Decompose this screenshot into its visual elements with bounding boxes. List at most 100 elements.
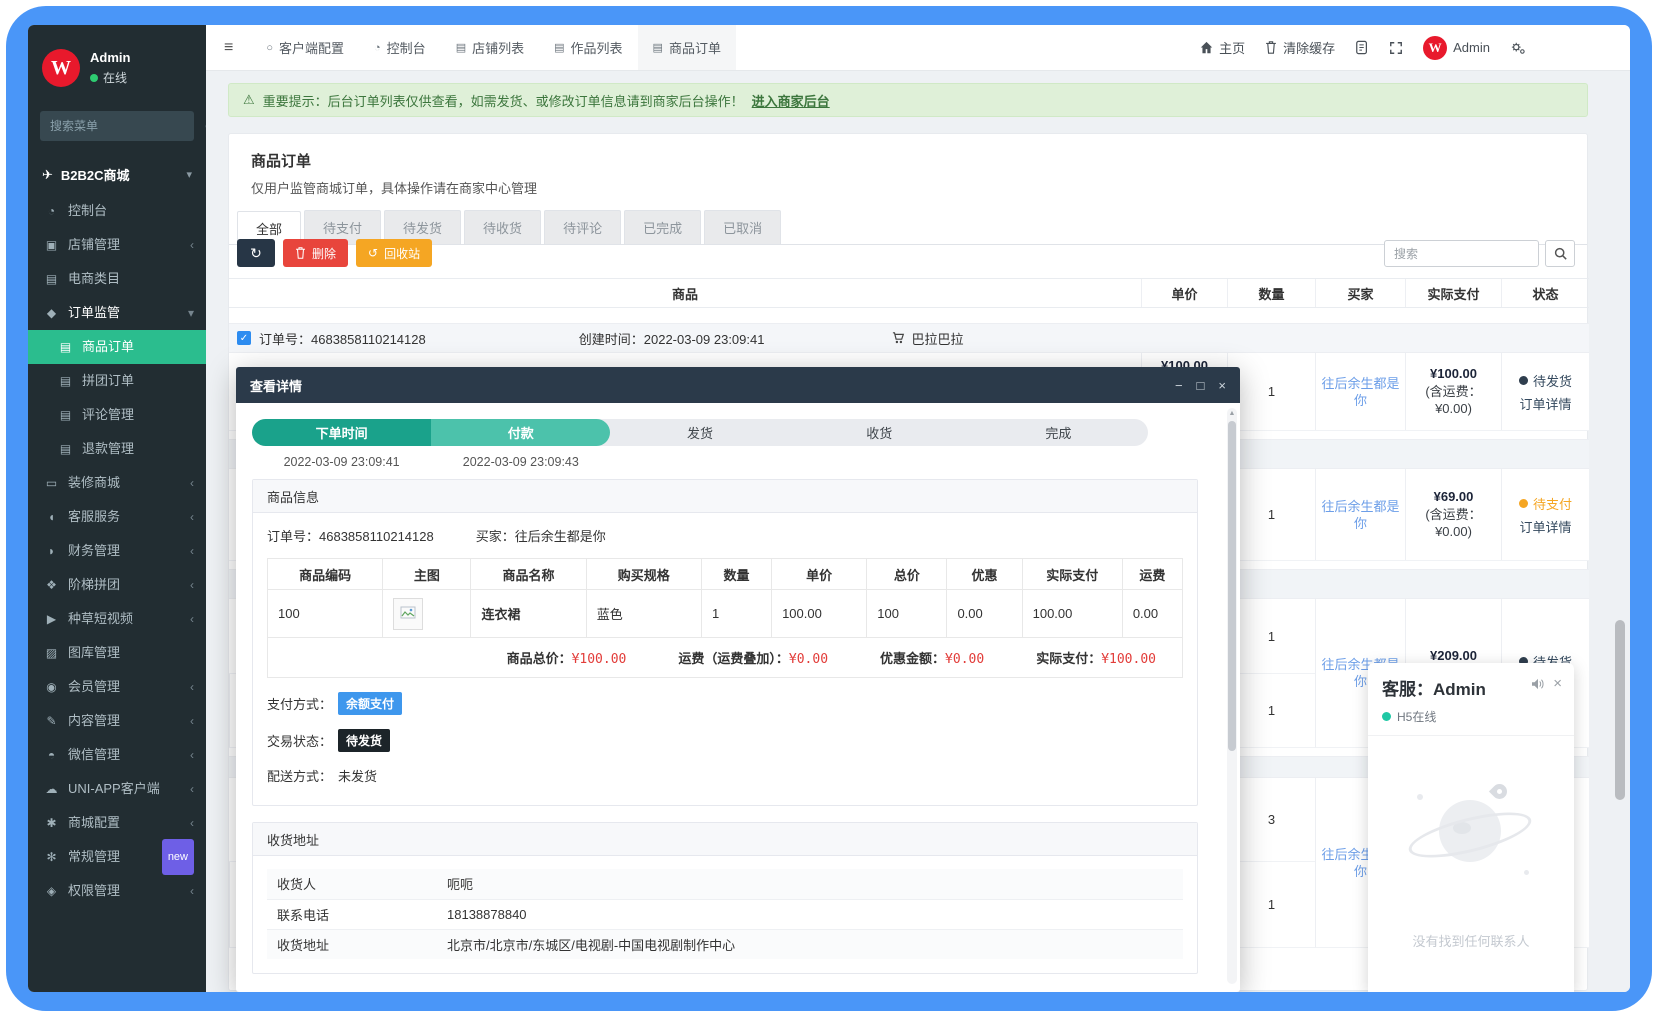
navtab-client-config[interactable]: ○客户端配置: [251, 25, 359, 70]
sidebar-item-short-video[interactable]: ▶种草短视频‹: [28, 602, 206, 636]
scroll-up-icon[interactable]: ▲: [1227, 408, 1237, 420]
chevron-left-icon: ‹: [190, 704, 194, 738]
fullscreen-icon[interactable]: [1389, 41, 1403, 55]
status-badge: 待发货: [1533, 371, 1572, 390]
merchant-backend-link[interactable]: 进入商家后台: [752, 91, 830, 110]
tab-cancelled[interactable]: 已取消: [704, 210, 781, 244]
home-button[interactable]: 主页: [1200, 38, 1245, 57]
buyer-link[interactable]: 往后余生都是你: [1320, 375, 1401, 409]
sidebar-item-refunds[interactable]: ▤退款管理: [28, 432, 206, 466]
qty-cell: 1: [1227, 674, 1315, 748]
sidebar-item-shop-mgmt[interactable]: ▣店铺管理‹: [28, 228, 206, 262]
log-icon[interactable]: [1355, 40, 1369, 55]
cogs-icon: ✻: [44, 840, 59, 874]
sidebar-item-content[interactable]: ✎内容管理‹: [28, 704, 206, 738]
qty-cell: 1: [1227, 353, 1315, 430]
modal-header[interactable]: 查看详情 − □ ×: [236, 367, 1240, 403]
store-name[interactable]: 巴拉巴拉: [911, 329, 963, 348]
close-icon[interactable]: ×: [1218, 378, 1226, 393]
refresh-button[interactable]: ↻: [237, 239, 275, 267]
wechat-icon: ◓: [44, 738, 59, 772]
list-icon: ▤: [44, 262, 59, 296]
settings-gears-icon[interactable]: [1510, 41, 1526, 55]
buyer-link[interactable]: 往后余生都是你: [1320, 498, 1401, 532]
paid-cell: ¥69.00(含运费：¥0.00): [1405, 469, 1501, 560]
sidebar-item-ladder-group[interactable]: ❖阶梯拼团‹: [28, 568, 206, 602]
sidebar-item-product-orders[interactable]: ▤商品订单: [28, 330, 206, 364]
chevron-left-icon: ‹: [190, 228, 194, 262]
ptab-header: 单价: [772, 559, 867, 590]
sidebar-item-uniapp[interactable]: ☁UNI-APP客户端‹: [28, 772, 206, 806]
product-discount: 0.00: [947, 590, 1022, 638]
sidebar-search[interactable]: [40, 111, 194, 141]
sidebar-item-mall-config[interactable]: ✱商城配置‹: [28, 806, 206, 840]
tab-completed[interactable]: 已完成: [624, 210, 701, 244]
recycle-bin-button[interactable]: ↺回收站: [356, 239, 432, 267]
table-search-button[interactable]: [1545, 240, 1575, 267]
product-table: 商品编码 主图 商品名称 购买规格 数量 单价 总价 优惠 实际支付 运费: [267, 558, 1183, 638]
hamburger-icon[interactable]: ≡: [206, 39, 251, 57]
recycle-icon: ↺: [368, 246, 378, 260]
list-icon: ▤: [58, 432, 73, 466]
ptab-header: 购买规格: [586, 559, 701, 590]
maximize-icon[interactable]: □: [1197, 378, 1205, 393]
navtab-works-list[interactable]: ▤作品列表: [539, 25, 637, 70]
list-icon: ▤: [58, 330, 73, 364]
sidebar-item-wechat[interactable]: ◓微信管理‹: [28, 738, 206, 772]
row-checkbox[interactable]: ✓: [237, 331, 251, 345]
table-search-input[interactable]: [1384, 240, 1539, 267]
navtab-product-orders[interactable]: ▤商品订单: [638, 25, 736, 70]
list-icon: ▤: [58, 364, 73, 398]
clear-cache-button[interactable]: 清除缓存: [1265, 38, 1335, 57]
sidebar-item-permissions[interactable]: ◈权限管理‹: [28, 874, 206, 908]
minimize-icon[interactable]: −: [1175, 378, 1183, 393]
scrollbar-thumb[interactable]: [1615, 620, 1625, 800]
sidebar-item-members[interactable]: ◉会员管理‹: [28, 670, 206, 704]
sidebar-item-decorate[interactable]: ▭装修商城‹: [28, 466, 206, 500]
scrollbar-thumb[interactable]: [1228, 421, 1236, 751]
pay-method-line: 支付方式： 余额支付: [267, 692, 1183, 715]
sidebar-item-order-monitor[interactable]: ◆订单监管▾: [28, 296, 206, 330]
sidebar-item-dashboard[interactable]: ◔控制台: [28, 194, 206, 228]
delete-button[interactable]: 删除: [283, 239, 348, 267]
modal-order-no: 订单号：4683858110214128: [267, 526, 434, 545]
sidebar-search-input[interactable]: [50, 119, 205, 133]
sidebar-user-panel: W Admin 在线: [28, 25, 206, 101]
col-header-product: 商品: [229, 279, 1141, 307]
sidebar-item-group-orders[interactable]: ▤拼团订单: [28, 364, 206, 398]
chevron-left-icon: ‹: [190, 500, 194, 534]
tab-pending-receive[interactable]: 待收货: [464, 210, 541, 244]
list-icon: ▤: [653, 41, 663, 54]
admin-app: W Admin 在线 ✈ B2B2C商城 ▾ ◔控制台 ▣店铺管理‹ ▤电商类目…: [28, 25, 1630, 992]
close-icon[interactable]: ×: [1553, 675, 1562, 692]
status-dot-icon: [1519, 499, 1528, 508]
shield-icon: ◈: [44, 874, 59, 908]
ptab-header: 主图: [383, 559, 471, 590]
navtab-dashboard[interactable]: ◔控制台: [359, 25, 441, 70]
modal-title: 查看详情: [250, 376, 302, 395]
modal-scrollbar[interactable]: ▲: [1227, 408, 1237, 984]
receiver-address: 北京市/北京市/东城区/电视剧-中国电视剧制作中心: [437, 929, 1183, 959]
chevron-left-icon: ‹: [190, 602, 194, 636]
sidebar-section-b2b2c[interactable]: ✈ B2B2C商城 ▾: [28, 155, 206, 194]
sidebar-item-customer-service[interactable]: ◖客服服务‹: [28, 500, 206, 534]
speaker-icon[interactable]: [1531, 678, 1545, 690]
modal-buyer: 买家：往后余生都是你: [476, 526, 606, 545]
order-detail-link[interactable]: 订单详情: [1519, 394, 1571, 413]
sidebar-item-finance[interactable]: ◗财务管理‹: [28, 534, 206, 568]
navbar-user[interactable]: W Admin: [1423, 36, 1490, 60]
monitor-icon: ▭: [44, 466, 59, 500]
sidebar-item-comments[interactable]: ▤评论管理: [28, 398, 206, 432]
sidebar-item-categories[interactable]: ▤电商类目: [28, 262, 206, 296]
navtab-shop-list[interactable]: ▤店铺列表: [441, 25, 539, 70]
empty-planet-illustration: [1411, 784, 1531, 879]
page-scrollbar[interactable]: [1614, 71, 1626, 992]
sidebar-user-name: Admin: [90, 50, 130, 65]
chat-title: 客服：Admin: [1382, 675, 1486, 700]
modal-body: 下单时间 付款 发货 收货 完成 2022-03-09 23:09:41 202…: [236, 403, 1240, 992]
sidebar-item-general-mgmt[interactable]: ✻常规管理new: [28, 840, 206, 874]
order-detail-link[interactable]: 订单详情: [1519, 517, 1571, 536]
qty-cell: 1: [1227, 599, 1315, 674]
tab-pending-review[interactable]: 待评论: [544, 210, 621, 244]
sidebar-item-gallery[interactable]: ▨图库管理: [28, 636, 206, 670]
